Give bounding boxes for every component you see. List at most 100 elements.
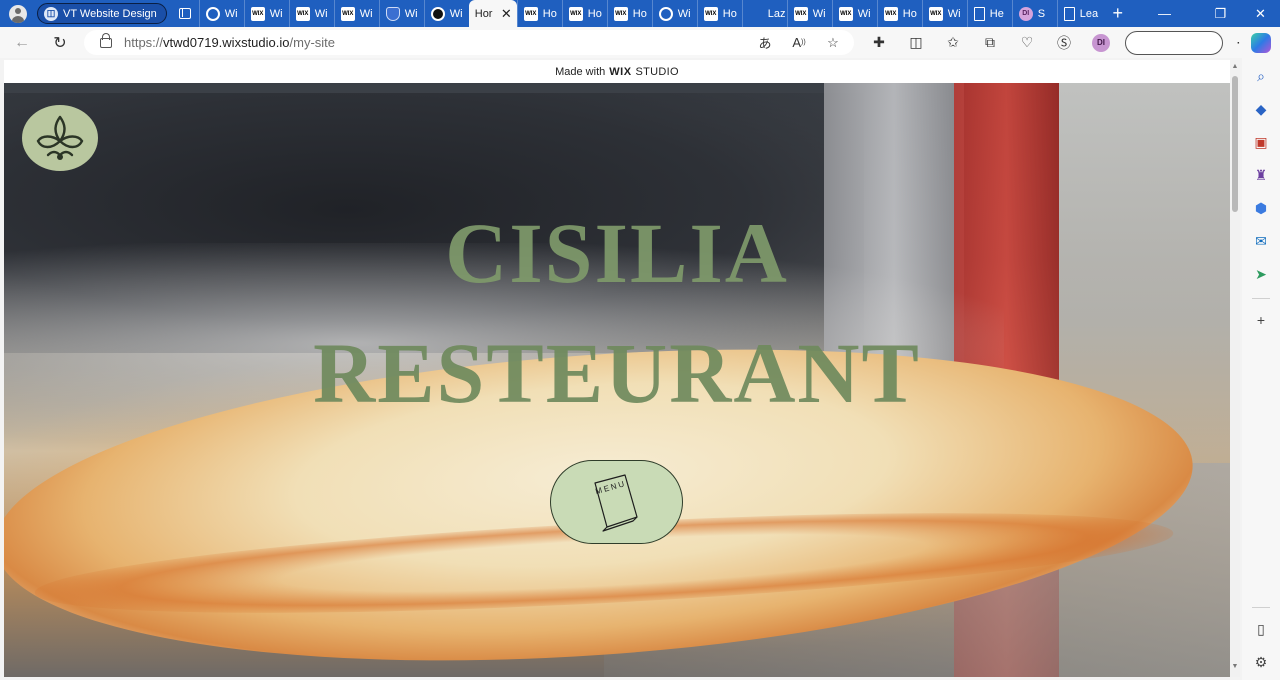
url-path: /my-site — [289, 35, 336, 50]
tab-label: Wi — [449, 7, 463, 20]
url-text[interactable]: https://vtwd0719.wixstudio.io/my-site — [124, 35, 335, 50]
profile-pill[interactable] — [1125, 30, 1223, 55]
tab-group-label: VT Website Design — [63, 7, 157, 20]
tab-label: Ho — [902, 7, 917, 20]
tab-actions-button[interactable] — [171, 3, 199, 25]
browser-tab[interactable]: WIX Wi — [921, 0, 967, 27]
browser-tab[interactable]: WIX Ho — [606, 0, 652, 27]
extensions-icon[interactable]: ✚ — [862, 29, 896, 57]
browser-profile-button[interactable] — [5, 3, 31, 25]
browser-tab[interactable]: He — [966, 0, 1012, 27]
search-icon[interactable]: ⌕ — [1249, 64, 1273, 88]
browser-tab[interactable]: Lea — [1056, 0, 1102, 27]
address-bar[interactable]: https://vtwd0719.wixstudio.io/my-site あ … — [84, 30, 854, 55]
browser-toolbar: ← ↻ https://vtwd0719.wixstudio.io/my-sit… — [0, 27, 1280, 58]
close-tab-icon[interactable]: ✕ — [501, 6, 512, 22]
add-sidebar-app-icon[interactable]: + — [1249, 308, 1273, 332]
browser-tab[interactable]: DI S — [1011, 0, 1057, 27]
tab-label: Wi — [857, 7, 871, 20]
favorites-icon[interactable]: ✩ — [936, 29, 970, 57]
browser-tab[interactable]: WIX Wi — [333, 0, 379, 27]
browser-tab[interactable]: WIX Wi — [831, 0, 877, 27]
tab-label: Ho — [632, 7, 647, 20]
tools-icon[interactable]: ▣ — [1249, 130, 1273, 154]
send-icon[interactable]: ➤ — [1249, 262, 1273, 286]
split-screen-icon[interactable]: ◫ — [899, 29, 933, 57]
browser-tab[interactable]: Laz — [741, 0, 787, 27]
tab-label: Ho — [587, 7, 602, 20]
tab-label: Ho — [542, 7, 557, 20]
wix-icon: WIX — [928, 6, 943, 21]
web-page: Made with WIXSTUDIO CISILIA RESTEURANT — [4, 60, 1230, 677]
wix-icon: WIX — [295, 6, 310, 21]
menu-button[interactable]: MENU — [550, 460, 683, 544]
read-aloud-icon[interactable]: A)) — [788, 32, 810, 54]
browser-tab[interactable]: WIX Ho — [516, 0, 562, 27]
microsoft-365-icon[interactable]: ⬢ — [1249, 196, 1273, 220]
avatar: DI — [1092, 33, 1110, 52]
wix-studio-banner[interactable]: Made with WIX STUDIO — [4, 60, 1230, 83]
restaurant-logo[interactable] — [22, 105, 98, 171]
shopping-icon[interactable]: Ⓢ — [1047, 29, 1081, 57]
circle-icon — [430, 6, 445, 21]
tab-active[interactable]: Hor ✕ — [468, 0, 517, 27]
wix-icon: WIX — [523, 6, 538, 21]
page-icon — [973, 6, 985, 21]
collections-icon[interactable]: ⧉ — [973, 29, 1007, 57]
close-window-button[interactable]: ✕ — [1238, 0, 1280, 27]
browser-tab[interactable]: Wi — [198, 0, 244, 27]
scroll-up-icon[interactable]: ▲ — [1231, 63, 1239, 73]
tab-label: Lea — [1079, 7, 1099, 20]
wix-icon: WIX — [340, 6, 355, 21]
refresh-button[interactable]: ↻ — [44, 29, 76, 57]
profile-icon — [9, 4, 27, 23]
shopping-tag-icon[interactable]: ◆ — [1249, 97, 1273, 121]
back-button[interactable]: ← — [6, 29, 38, 57]
browser-tab[interactable]: WIX Ho — [696, 0, 742, 27]
browser-tab[interactable]: WIX Ho — [561, 0, 607, 27]
tab-strip: ◫ VT Website Design Wi WIX Wi WIX Wi WIX Wi Wi W… — [0, 0, 1280, 27]
profile-avatar-button[interactable]: DI — [1084, 29, 1118, 57]
tab-label: Laz — [767, 7, 786, 20]
games-icon[interactable]: ♜ — [1249, 163, 1273, 187]
studio-wordmark: STUDIO — [635, 65, 679, 78]
wix-icon: WIX — [613, 6, 628, 21]
browser-tab[interactable]: WIX Wi — [288, 0, 334, 27]
hide-sidebar-icon[interactable]: ▯ — [1249, 617, 1273, 641]
workspace-icon: ◫ — [44, 6, 58, 21]
browser-tab[interactable]: Wi — [378, 0, 424, 27]
browser-tab[interactable]: WIX Wi — [243, 0, 289, 27]
browser-tab[interactable]: WIX Wi — [786, 0, 832, 27]
tab-label: Wi — [359, 7, 373, 20]
copilot-icon[interactable] — [1249, 31, 1273, 55]
browser-tab[interactable]: Wi — [651, 0, 697, 27]
tab-group-chip[interactable]: ◫ VT Website Design — [37, 3, 167, 24]
blank-favicon-icon — [749, 7, 763, 21]
browser-tab[interactable]: WIX Ho — [876, 0, 922, 27]
new-tab-button[interactable]: + — [1104, 0, 1132, 27]
tab-label: Wi — [314, 7, 328, 20]
page-scrollbar[interactable]: ▲ ▼ — [1230, 60, 1240, 677]
sidebar-divider — [1252, 607, 1270, 608]
wix-icon: WIX — [703, 6, 718, 21]
minimize-button[interactable]: — — [1142, 0, 1187, 27]
browser-tab[interactable]: Wi — [423, 0, 469, 27]
hero-section: CISILIA RESTEURANT MENU — [4, 83, 1230, 677]
tab-label: Hor — [474, 7, 493, 20]
favorite-star-icon[interactable]: ☆ — [822, 32, 844, 54]
restaurant-title-line1: CISILIA — [445, 205, 789, 301]
maximize-button[interactable]: ❐ — [1198, 0, 1243, 27]
globe-icon — [658, 6, 673, 21]
made-with-text: Made with — [555, 65, 606, 78]
sidebar-settings-icon[interactable]: ⚙ — [1249, 650, 1273, 674]
tab-label: He — [989, 7, 1004, 20]
browser-essentials-icon[interactable]: ♡ — [1010, 29, 1044, 57]
globe-icon — [205, 6, 220, 21]
scrollbar-thumb[interactable] — [1232, 76, 1238, 212]
outlook-icon[interactable]: ✉ — [1249, 229, 1273, 253]
tab-label: S — [1037, 7, 1046, 20]
translate-icon[interactable]: あ — [754, 32, 776, 54]
lock-icon[interactable] — [100, 32, 112, 48]
tab-label: Wi — [947, 7, 961, 20]
scroll-down-icon[interactable]: ▼ — [1231, 663, 1239, 673]
